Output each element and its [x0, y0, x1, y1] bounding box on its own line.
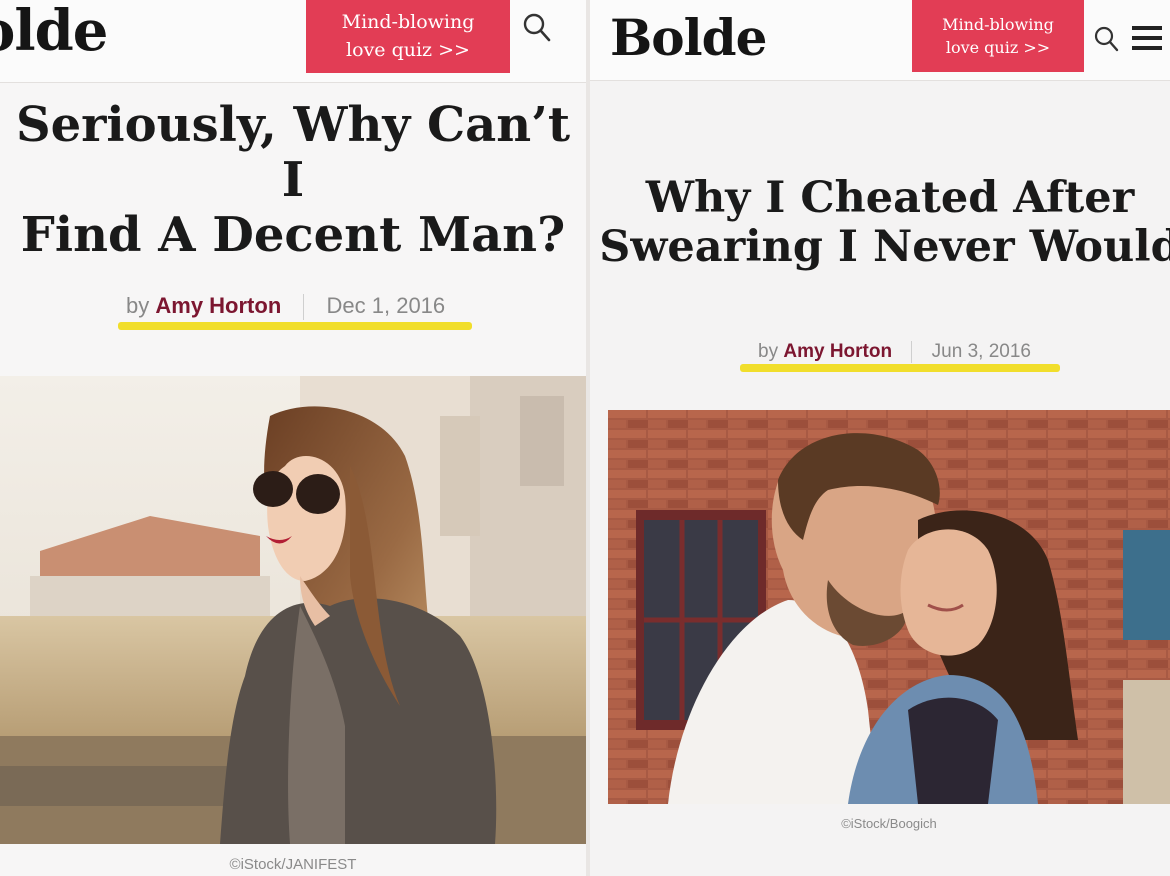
- article-photo-woman-sunglasses: [0, 376, 586, 844]
- byline-divider: [303, 294, 305, 321]
- byline-divider: [911, 341, 913, 363]
- byline-prefix: by: [126, 293, 150, 318]
- title-line-1: Seriously, Why Can’t I: [15, 97, 571, 209]
- site-header: olde Mind-blowing love quiz >>: [0, 0, 586, 83]
- title-line-1: Why I Cheated After: [645, 173, 1135, 223]
- hamburger-menu-icon[interactable]: [1132, 24, 1162, 57]
- author-link[interactable]: Amy Horton: [783, 341, 892, 362]
- title-line-2: Find A Decent Man?: [20, 207, 566, 264]
- byline-prefix: by: [758, 341, 779, 363]
- article-photo-couple-embracing: [608, 410, 1170, 804]
- right-article-screenshot: Bolde Mind-blowing love quiz >> Why I Ch…: [590, 0, 1170, 876]
- quiz-button-line1: Mind-blowing: [942, 14, 1054, 34]
- quiz-button-line2: love quiz >>: [945, 38, 1051, 57]
- publish-date: Dec 1, 2016: [326, 293, 446, 318]
- author-link[interactable]: Amy Horton: [155, 293, 281, 318]
- search-icon[interactable]: [522, 12, 552, 49]
- left-article-screenshot: olde Mind-blowing love quiz >> Seriously…: [0, 0, 586, 876]
- image-credit: ©iStock/Boogich: [841, 816, 937, 831]
- site-logo[interactable]: olde: [0, 0, 108, 64]
- love-quiz-button[interactable]: Mind-blowing love quiz >>: [306, 0, 510, 73]
- quiz-button-line2: love quiz >>: [346, 38, 470, 61]
- image-credit: ©iStock/JANIFEST: [229, 856, 357, 873]
- article-title: Seriously, Why Can’t I Find A Decent Man…: [0, 97, 586, 264]
- publish-date: Jun 3, 2016: [931, 341, 1031, 363]
- title-line-2: Swearing I Never Would: [599, 222, 1170, 273]
- site-logo[interactable]: Bolde: [610, 8, 767, 67]
- love-quiz-button[interactable]: Mind-blowing love quiz >>: [912, 0, 1084, 72]
- byline: by Amy Horton Jun 3, 2016: [758, 341, 1031, 363]
- byline-highlight: [740, 364, 1060, 372]
- article-title: Why I Cheated After Swearing I Never Wou…: [590, 173, 1170, 273]
- quiz-button-line1: Mind-blowing: [341, 10, 475, 33]
- byline: by Amy Horton Dec 1, 2016: [126, 293, 446, 321]
- search-icon[interactable]: [1094, 26, 1120, 59]
- byline-highlight: [118, 322, 472, 330]
- site-header: Bolde Mind-blowing love quiz >>: [590, 0, 1170, 81]
